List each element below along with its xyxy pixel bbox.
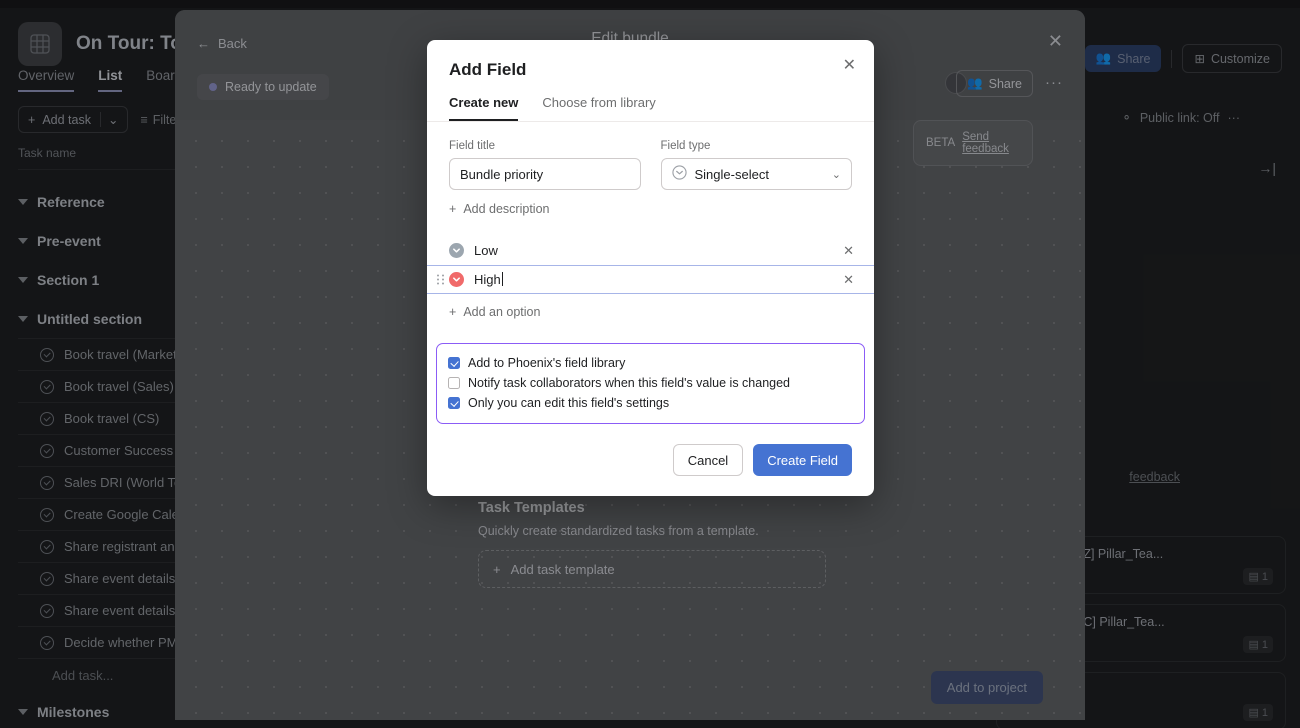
field-type-group: Field type Single-select ⌄: [661, 140, 853, 190]
option-label: Low: [474, 243, 498, 258]
checkbox-notify-collaborators[interactable]: [448, 377, 460, 389]
modal-footer: Cancel Create Field: [427, 424, 874, 496]
field-title-value: Bundle priority: [460, 167, 543, 182]
option-row-low[interactable]: Low ✕: [427, 236, 874, 265]
field-settings-checkbox-group: Add to Phoenix's field library Notify ta…: [436, 343, 865, 424]
option-color-chevron-icon[interactable]: [449, 243, 464, 258]
checkbox-row-notify-collaborators[interactable]: Notify task collaborators when this fiel…: [448, 373, 853, 393]
option-input-wrapper[interactable]: High: [474, 272, 503, 287]
checkbox-only-you-edit[interactable]: [448, 397, 460, 409]
close-icon[interactable]: ✕: [843, 58, 856, 74]
field-type-value: Single-select: [695, 167, 769, 182]
text-cursor: [502, 272, 503, 286]
chevron-down-icon[interactable]: ⌄: [832, 168, 841, 181]
drag-handle-icon[interactable]: [437, 274, 444, 285]
remove-option-icon[interactable]: ✕: [843, 272, 854, 288]
create-field-button[interactable]: Create Field: [753, 444, 852, 476]
tab-choose-from-library-label: Choose from library: [542, 95, 655, 110]
checkbox-label: Add to Phoenix's field library: [468, 356, 625, 370]
plus-icon: +: [449, 305, 456, 319]
checkbox-row-only-you-edit[interactable]: Only you can edit this field's settings: [448, 393, 853, 413]
add-field-modal: Add Field ✕ Create new Choose from libra…: [427, 40, 874, 496]
add-option-label: Add an option: [463, 305, 540, 319]
cancel-button[interactable]: Cancel: [673, 444, 743, 476]
add-description-label: Add description: [463, 202, 549, 216]
option-row-high[interactable]: High ✕: [427, 265, 874, 294]
option-color-chevron-icon[interactable]: [449, 272, 464, 287]
checkbox-label: Notify task collaborators when this fiel…: [468, 376, 790, 390]
checkbox-row-field-library[interactable]: Add to Phoenix's field library: [448, 353, 853, 373]
field-config-row: Field title Bundle priority Field type S…: [427, 122, 874, 190]
modal-header: Add Field ✕: [427, 40, 874, 80]
option-label: High: [474, 272, 501, 287]
modal-tabs[interactable]: Create new Choose from library: [427, 95, 874, 122]
single-select-icon: [672, 165, 687, 183]
field-title-group: Field title Bundle priority: [449, 140, 641, 190]
tab-choose-from-library[interactable]: Choose from library: [542, 95, 655, 121]
field-title-input[interactable]: Bundle priority: [449, 158, 641, 190]
plus-icon: +: [449, 202, 456, 216]
field-title-label: Field title: [449, 140, 641, 152]
checkbox-label: Only you can edit this field's settings: [468, 396, 669, 410]
add-option-button[interactable]: + Add an option: [427, 294, 874, 319]
options-list: Low ✕ High ✕: [427, 236, 874, 294]
remove-option-icon[interactable]: ✕: [843, 243, 854, 259]
tab-create-new-label: Create new: [449, 95, 518, 110]
field-type-label: Field type: [661, 140, 853, 152]
tab-create-new[interactable]: Create new: [449, 95, 518, 121]
checkbox-field-library[interactable]: [448, 357, 460, 369]
modal-title: Add Field: [449, 60, 852, 80]
add-description-button[interactable]: + Add description: [427, 190, 874, 216]
field-type-select[interactable]: Single-select ⌄: [661, 158, 853, 190]
